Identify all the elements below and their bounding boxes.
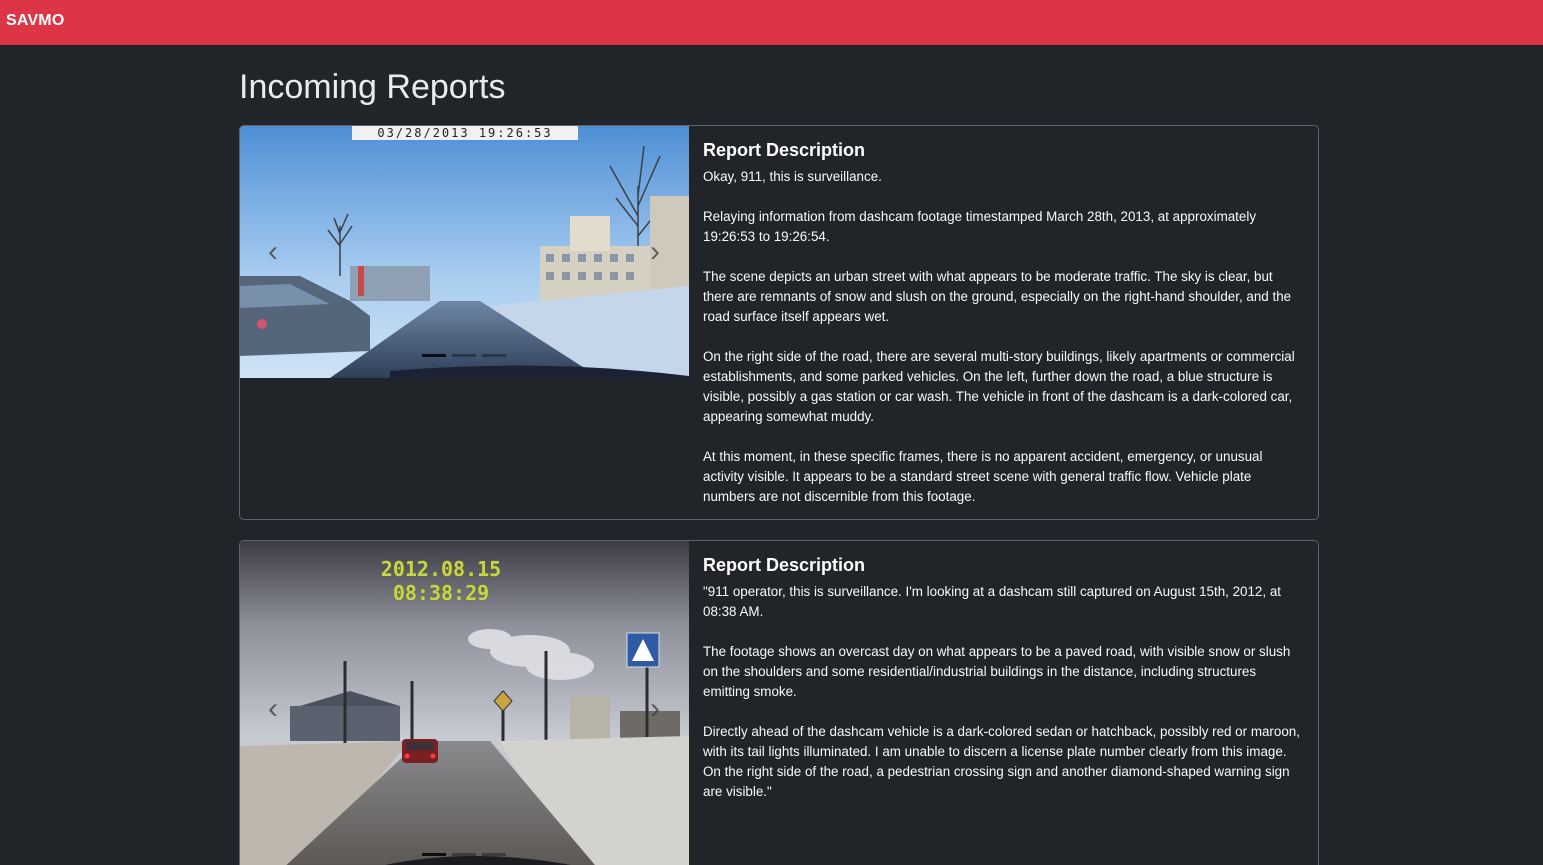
report-carousel: 03/28/2013 19:26:53 ‹ ›	[240, 126, 689, 378]
brand-link[interactable]: SAVMO	[6, 12, 64, 30]
carousel-indicator[interactable]	[422, 853, 446, 856]
chevron-left-icon: ‹	[268, 692, 278, 725]
carousel-indicator[interactable]	[452, 354, 476, 357]
report-description-title: Report Description	[703, 555, 866, 575]
carousel-prev-button[interactable]: ‹	[258, 689, 288, 729]
carousel-next-button[interactable]: ›	[640, 232, 670, 272]
carousel-prev-button[interactable]: ‹	[258, 232, 288, 272]
report-card: 2012.08.15 08:38:29 ‹ › Report Descripti…	[239, 540, 1319, 865]
carousel-indicator[interactable]	[482, 853, 506, 856]
timestamp-overlay: 2012.08.15 08:38:29	[380, 557, 502, 605]
report-paragraph: At this moment, in these specific frames…	[703, 449, 1263, 504]
report-body: Report Description "911 operator, this i…	[703, 555, 1304, 822]
report-paragraph: "911 operator, this is surveillance. I'm…	[703, 584, 1281, 619]
carousel-indicators	[422, 853, 506, 856]
carousel-indicator[interactable]	[452, 853, 476, 856]
report-card: 03/28/2013 19:26:53 ‹ › Report Descripti…	[239, 125, 1319, 520]
report-body: Report Description Okay, 911, this is su…	[703, 140, 1304, 519]
carousel-indicator[interactable]	[482, 354, 506, 357]
report-paragraph: The scene depicts an urban street with w…	[703, 269, 1292, 324]
chevron-right-icon: ›	[650, 235, 660, 268]
chevron-right-icon: ›	[650, 692, 660, 725]
timestamp-overlay: 03/28/2013 19:26:53	[352, 126, 578, 140]
carousel-indicators	[422, 354, 506, 357]
report-paragraph: On the right side of the road, there are…	[703, 349, 1295, 424]
report-paragraph: Okay, 911, this is surveillance.	[703, 169, 882, 184]
report-paragraph: Relaying information from dashcam footag…	[703, 209, 1257, 244]
page-title: Incoming Reports	[239, 68, 506, 106]
dashcam-frame	[240, 126, 689, 378]
report-description-title: Report Description	[703, 140, 866, 160]
chevron-left-icon: ‹	[268, 235, 278, 268]
report-paragraph: The footage shows an overcast day on wha…	[703, 644, 1291, 699]
carousel-indicator[interactable]	[422, 354, 446, 357]
top-navbar: SAVMO	[0, 0, 1543, 45]
report-carousel: 2012.08.15 08:38:29 ‹ ›	[240, 541, 689, 865]
carousel-next-button[interactable]: ›	[640, 689, 670, 729]
report-paragraph: Directly ahead of the dashcam vehicle is…	[703, 724, 1300, 799]
